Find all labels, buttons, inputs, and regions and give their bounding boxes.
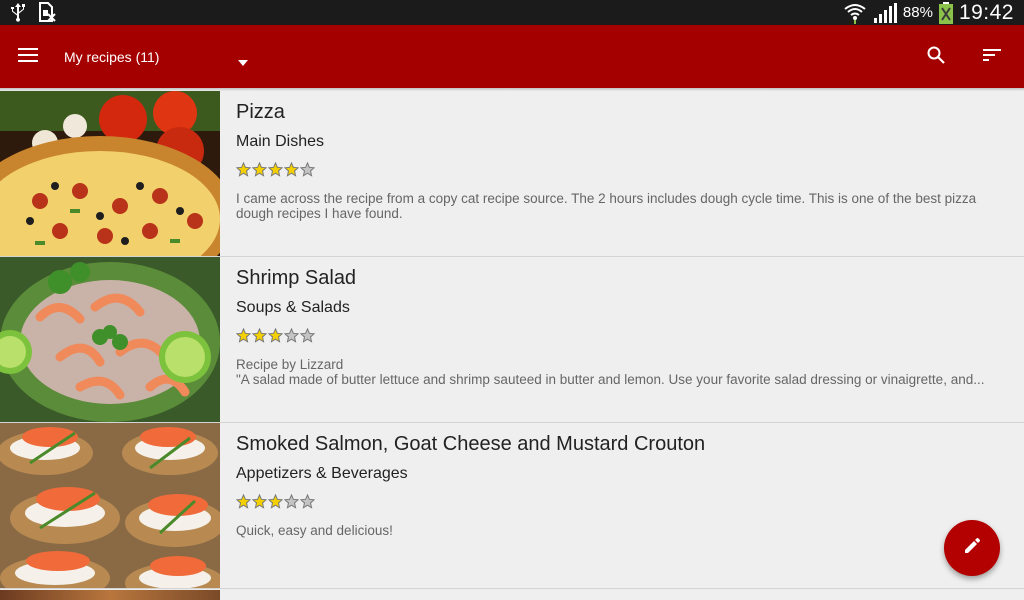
star-filled-icon — [252, 328, 267, 343]
sort-button[interactable] — [974, 39, 1010, 75]
star-filled-icon — [252, 162, 267, 177]
recipe-title: Smoked Salmon, Goat Cheese and Mustard C… — [236, 433, 706, 455]
star-filled-icon — [284, 162, 299, 177]
description-line: dough recipes I have found. — [236, 206, 403, 221]
description-line: I came across the recipe from a copy cat… — [236, 191, 977, 206]
recipe-title: Pizza — [236, 101, 285, 123]
recipe-category: Appetizers & Beverages — [236, 465, 408, 482]
description-line: "A salad made of butter lettuce and shri… — [236, 372, 985, 387]
star-filled-icon — [268, 162, 283, 177]
app-bar: My recipes (11) — [0, 25, 1024, 88]
recipe-category: Main Dishes — [236, 133, 325, 150]
recipe-thumbnail-smoked-salmon — [0, 423, 220, 588]
clock: 19:42 — [958, 0, 1014, 24]
recipe-list-dropdown[interactable]: My recipes (11) — [64, 25, 264, 88]
add-recipe-button[interactable] — [944, 520, 1000, 576]
recipe-row[interactable]: Shrimp Salad Soups & Salads Recipe by Li… — [0, 257, 1024, 423]
rating-stars — [236, 494, 315, 509]
recipe-title: Shrimp Salad — [236, 267, 357, 289]
recipe-description: Recipe by Lizzard "A salad made of butte… — [236, 357, 1006, 387]
star-filled-icon — [252, 494, 267, 509]
star-filled-icon — [236, 162, 251, 177]
star-filled-icon — [268, 494, 283, 509]
rating-stars — [236, 328, 315, 343]
edit-pencil-icon — [963, 537, 981, 560]
description-line: Recipe by Lizzard — [236, 357, 344, 372]
star-empty-icon — [284, 328, 299, 343]
battery-percent: 88% — [902, 4, 933, 21]
star-empty-icon — [300, 162, 315, 177]
signal-icon — [873, 2, 897, 23]
dropdown-arrow-icon — [238, 53, 248, 71]
wifi-icon — [843, 2, 867, 24]
usb-icon — [10, 2, 26, 22]
search-icon — [927, 46, 945, 69]
status-bar: 88% 19:42 — [0, 0, 1024, 25]
menu-icon — [18, 47, 38, 67]
recipe-row[interactable]: Pizza Main Dishes I came across the reci… — [0, 91, 1024, 257]
recipe-description: I came across the recipe from a copy cat… — [236, 191, 1006, 221]
sort-icon — [983, 48, 1001, 66]
star-empty-icon — [300, 328, 315, 343]
recipe-thumbnail-shrimp-salad — [0, 257, 220, 422]
menu-button[interactable] — [10, 39, 46, 75]
recipe-thumbnail-pizza — [0, 91, 220, 256]
recipe-row[interactable]: Smoked Salmon, Goat Cheese and Mustard C… — [0, 423, 1024, 589]
star-filled-icon — [236, 494, 251, 509]
search-button[interactable] — [918, 39, 954, 75]
star-filled-icon — [236, 328, 251, 343]
recipe-row-partial[interactable] — [0, 590, 1024, 600]
recipe-list: Pizza Main Dishes I came across the reci… — [0, 91, 1024, 589]
rating-stars — [236, 162, 315, 177]
sim-card-off-icon — [38, 2, 56, 22]
recipe-thumbnail-partial — [0, 590, 220, 600]
star-empty-icon — [300, 494, 315, 509]
description-line: Quick, easy and delicious! — [236, 523, 393, 538]
star-filled-icon — [268, 328, 283, 343]
battery-icon — [938, 1, 953, 24]
page-title: My recipes (11) — [64, 48, 160, 65]
recipe-description: Quick, easy and delicious! — [236, 523, 1006, 538]
recipe-category: Soups & Salads — [236, 299, 350, 316]
star-empty-icon — [284, 494, 299, 509]
